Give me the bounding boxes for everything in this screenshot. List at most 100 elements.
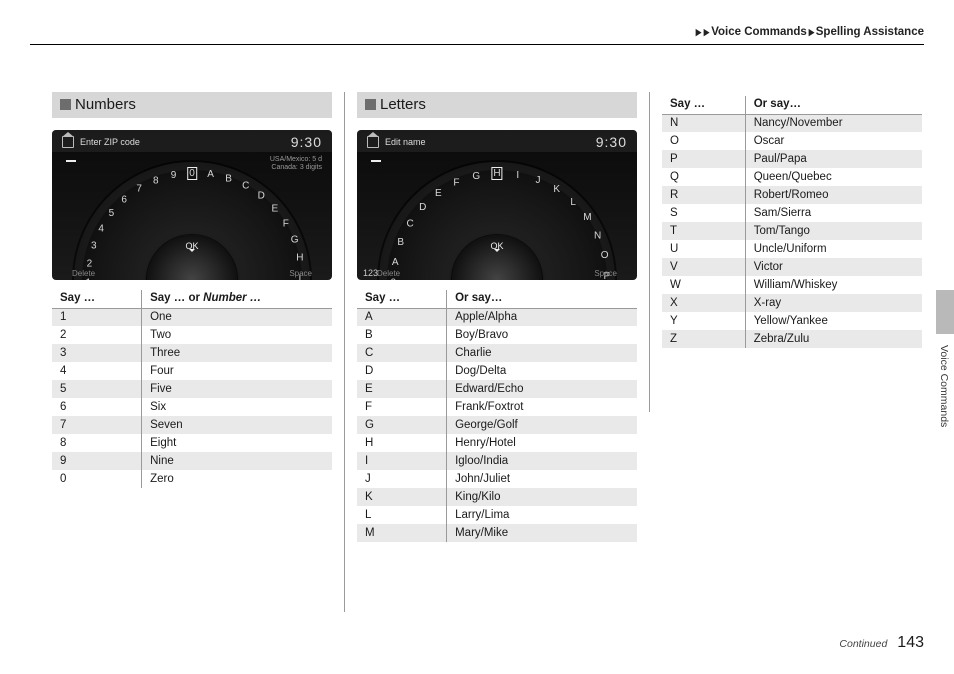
rotary-dial: OK 1234567890ABCDEFGHI — [74, 162, 310, 280]
cell-alt: Queen/Quebec — [745, 168, 922, 186]
dial-char: M — [588, 211, 602, 224]
table-row: YYellow/Yankee — [662, 312, 922, 330]
cell-say: S — [662, 204, 745, 222]
table-row: WWilliam/Whiskey — [662, 276, 922, 294]
cell-say: I — [357, 452, 447, 470]
table-row: DDog/Delta — [357, 362, 637, 380]
cell-say: O — [662, 132, 745, 150]
table-row: 0Zero — [52, 470, 332, 488]
continued-label: Continued — [839, 638, 887, 650]
cell-say: R — [662, 186, 745, 204]
cell-alt: Nancy/November — [745, 114, 922, 132]
dial-char: 3 — [83, 237, 95, 246]
dial-char: L — [573, 195, 585, 207]
thumb-tab — [936, 290, 954, 334]
divider — [30, 44, 924, 45]
table-row: AApple/Alpha — [357, 308, 637, 326]
cell-alt: Eight — [142, 434, 332, 452]
section-heading-letters: Letters — [357, 92, 637, 118]
dial-char: I — [518, 164, 523, 175]
cell-alt: Zebra/Zulu — [745, 330, 922, 348]
cell-alt: One — [142, 308, 332, 326]
dial-char: 4 — [91, 219, 103, 229]
cell-alt: George/Golf — [447, 416, 637, 434]
dial-char: 5 — [103, 202, 115, 213]
cell-say: G — [357, 416, 447, 434]
cell-say: 9 — [52, 452, 142, 470]
table-row: IIgloo/India — [357, 452, 637, 470]
table-row: 4Four — [52, 362, 332, 380]
screenshot-edit-name: Edit name 9:30 OK 0ABCDEFGHIJKLMNOP 123 … — [357, 130, 637, 280]
mode-123-label: 123 — [363, 268, 378, 278]
cell-say: Z — [662, 330, 745, 348]
cell-alt: Larry/Lima — [447, 506, 637, 524]
column-divider — [649, 92, 650, 412]
cell-say: E — [357, 380, 447, 398]
dial-char: 9 — [172, 163, 179, 175]
cell-say: H — [357, 434, 447, 452]
table-row: JJohn/Juliet — [357, 470, 637, 488]
cell-say: W — [662, 276, 745, 294]
dial-char: I — [300, 279, 311, 280]
dial-char: J — [538, 170, 547, 182]
cell-say: J — [357, 470, 447, 488]
space-label: Space — [289, 269, 312, 278]
table-row: RRobert/Romeo — [662, 186, 922, 204]
cell-say: B — [357, 326, 447, 344]
cell-say: T — [662, 222, 745, 240]
cell-alt: Five — [142, 380, 332, 398]
cell-say: A — [357, 308, 447, 326]
table-row: MMary/Mike — [357, 524, 637, 542]
side-section-label: Voice Commands — [938, 345, 950, 427]
cell-alt: Igloo/India — [447, 452, 637, 470]
dial-char: D — [262, 187, 275, 200]
square-icon — [60, 99, 71, 110]
cell-alt: Mary/Mike — [447, 524, 637, 542]
dial-char: H — [497, 162, 506, 173]
dial-char: F — [286, 218, 299, 229]
screen-titlebar: Edit name 9:30 — [357, 130, 637, 152]
dial-knob: OK — [147, 235, 237, 280]
cell-alt: Paul/Papa — [745, 150, 922, 168]
table-row: FFrank/Foxtrot — [357, 398, 637, 416]
th-alt: Or say… — [447, 290, 637, 308]
cell-alt: Edward/Echo — [447, 380, 637, 398]
section-heading-numbers: Numbers — [52, 92, 332, 118]
cell-say: L — [357, 506, 447, 524]
dial-knob: OK — [452, 235, 542, 280]
triangle-icon: ▶ — [704, 27, 710, 38]
dial-char: G — [295, 236, 308, 247]
dial-char: 0 — [192, 162, 200, 173]
cell-say: K — [357, 488, 447, 506]
table-row: BBoy/Bravo — [357, 326, 637, 344]
clock-label: 9:30 — [596, 134, 627, 150]
dial-char: F — [452, 170, 462, 183]
cell-alt: Nine — [142, 452, 332, 470]
cell-alt: Henry/Hotel — [447, 434, 637, 452]
cell-alt: King/Kilo — [447, 488, 637, 506]
page-number: 143 — [897, 634, 924, 652]
cell-say: V — [662, 258, 745, 276]
numbers-table: Say … Say … or Number … 1One2Two3Three4F… — [52, 290, 332, 488]
table-row: SSam/Sierra — [662, 204, 922, 222]
letters-table-a-m: Say … Or say… AApple/AlphaBBoy/BravoCCha… — [357, 290, 637, 542]
table-row: 7Seven — [52, 416, 332, 434]
table-row: VVictor — [662, 258, 922, 276]
section-title: Numbers — [75, 96, 136, 113]
cell-say: 8 — [52, 434, 142, 452]
home-icon — [367, 136, 379, 148]
dial-char: 8 — [152, 168, 161, 180]
cell-alt: Frank/Foxtrot — [447, 398, 637, 416]
cell-alt: Zero — [142, 470, 332, 488]
cell-alt: Tom/Tango — [745, 222, 922, 240]
breadcrumb: ▶ ▶ Voice Commands ▶ Spelling Assistance — [695, 26, 924, 38]
cell-alt: Seven — [142, 416, 332, 434]
table-row: 9Nine — [52, 452, 332, 470]
cell-say: M — [357, 524, 447, 542]
table-row: 3Three — [52, 344, 332, 362]
cell-alt: Two — [142, 326, 332, 344]
th-say: Say … — [357, 290, 447, 308]
delete-label: Delete — [72, 269, 95, 278]
column-divider — [344, 92, 345, 612]
dial-char: 6 — [117, 188, 128, 200]
